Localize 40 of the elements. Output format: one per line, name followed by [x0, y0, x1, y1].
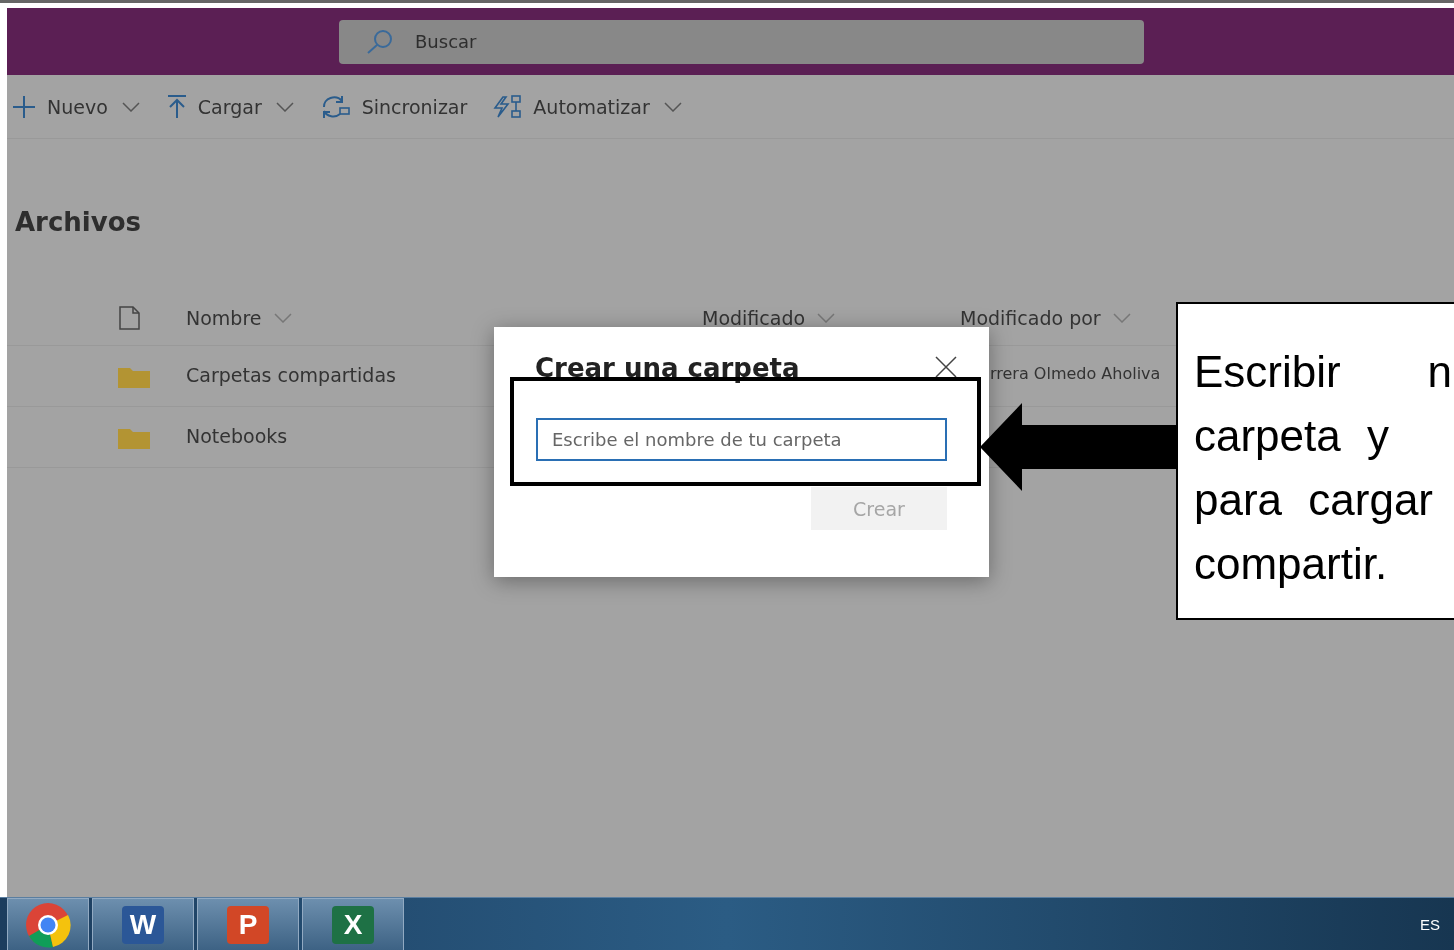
toolbar-button[interactable]: Automatizar: [489, 93, 682, 120]
taskbar-app-button[interactable]: [7, 898, 89, 950]
folder-name-field[interactable]: Escribe el nombre de tu carpeta: [536, 418, 947, 461]
toolbar-button[interactable]: Sincronizar: [315, 93, 468, 120]
taskbar-app-button[interactable]: P: [197, 898, 299, 950]
folder-icon: [118, 427, 150, 449]
plus-icon: [11, 93, 37, 120]
caret-icon: [275, 101, 294, 112]
upload-icon: [165, 93, 188, 120]
table-cell: rrera Olmedo Aholiva: [990, 364, 1161, 383]
file-icon: [118, 306, 142, 330]
column-header[interactable]: Nombre: [186, 307, 292, 329]
caret-icon: [273, 313, 292, 323]
column-header[interactable]: Modificado: [702, 307, 836, 329]
folder-icon: [118, 366, 150, 388]
file-name[interactable]: Carpetas compartidas: [186, 364, 396, 386]
close-button[interactable]: [935, 356, 957, 378]
callout-text: Escribir n: [1194, 346, 1452, 398]
callout-text: compartir.: [1194, 538, 1389, 590]
dialog-title: Crear una carpeta: [535, 353, 800, 383]
callout-text: carpeta y: [1194, 410, 1390, 462]
caret-icon: [121, 101, 140, 112]
search-field[interactable]: Buscar: [339, 19, 1144, 64]
toolbar-button[interactable]: Cargar: [161, 93, 294, 120]
language-indicator[interactable]: ES: [1420, 916, 1440, 933]
taskbar-app-button[interactable]: W: [92, 898, 194, 950]
column-header[interactable]: Modificado por: [960, 307, 1131, 329]
app-icon: X: [332, 905, 374, 944]
file-name[interactable]: Notebooks: [186, 425, 288, 447]
caret-icon: [817, 313, 836, 323]
caret-icon: [663, 101, 682, 112]
app-icon: W: [122, 905, 164, 944]
search-icon: [365, 28, 395, 55]
toolbar-button[interactable]: Nuevo: [7, 93, 140, 120]
app-icon: P: [227, 905, 269, 944]
caret-icon: [1112, 313, 1131, 323]
callout-text: para cargar: [1194, 474, 1434, 526]
taskbar-app-button[interactable]: X: [302, 898, 404, 950]
flow-icon: [493, 93, 524, 120]
close-icon: [935, 356, 957, 378]
